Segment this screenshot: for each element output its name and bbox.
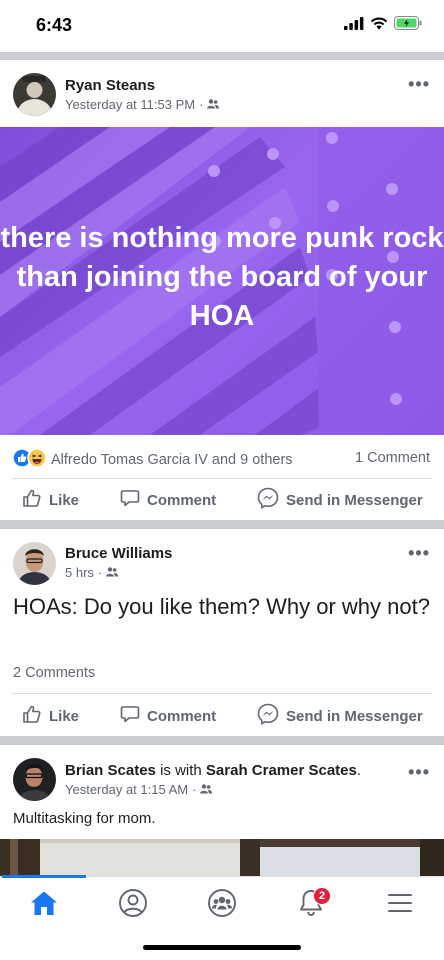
banner-text: there is nothing more punk rock than joi… bbox=[0, 222, 444, 332]
like-label: Like bbox=[49, 491, 80, 509]
thumbs-up-icon bbox=[22, 488, 42, 512]
comment-count[interactable]: 2 Comments bbox=[13, 665, 95, 681]
post-caption: Multitasking for mom. bbox=[13, 810, 156, 827]
status-time: 6:43 bbox=[36, 15, 73, 35]
like-label: Like bbox=[49, 707, 80, 725]
tab-groups[interactable] bbox=[202, 885, 242, 925]
comment-button[interactable]: Comment bbox=[120, 480, 216, 520]
status-bar: 6:43 bbox=[0, 0, 444, 50]
tab-profile[interactable] bbox=[113, 885, 153, 925]
home-icon bbox=[30, 890, 58, 921]
feed-separator bbox=[0, 52, 444, 60]
send-in-messenger-button[interactable]: Send in Messenger bbox=[257, 480, 423, 520]
post-timestamp[interactable]: Yesterday at 11:53 PM bbox=[65, 97, 195, 112]
like-button[interactable]: Like bbox=[22, 480, 79, 520]
friends-icon bbox=[207, 97, 220, 112]
post-photo[interactable] bbox=[0, 839, 444, 876]
post-author[interactable]: Ryan Steans bbox=[65, 77, 155, 94]
post-author: Brian Scates is with Sarah Cramer Scates… bbox=[65, 762, 361, 779]
feed-post: Ryan Steans Yesterday at 11:53 PM · ••• bbox=[0, 60, 444, 520]
friends-icon bbox=[200, 782, 213, 797]
thumbs-up-icon bbox=[22, 704, 42, 728]
active-tab-indicator bbox=[2, 875, 86, 878]
wifi-icon bbox=[370, 17, 388, 35]
avatar[interactable] bbox=[13, 542, 56, 585]
send-label: Send in Messenger bbox=[286, 707, 423, 725]
post-actions: Like Comment Send in Messenger bbox=[0, 696, 444, 736]
avatar[interactable] bbox=[13, 73, 56, 116]
divider bbox=[12, 693, 432, 694]
more-options-icon[interactable]: ••• bbox=[408, 543, 430, 564]
reactions-summary[interactable]: Alfredo Tomas Garcia IV and 9 others bbox=[12, 448, 293, 472]
friends-icon bbox=[106, 565, 119, 580]
send-in-messenger-button[interactable]: Send in Messenger bbox=[257, 696, 423, 736]
avatar[interactable] bbox=[13, 758, 56, 801]
feed-separator bbox=[0, 520, 444, 529]
tab-notifications[interactable]: 2 bbox=[291, 885, 331, 925]
groups-icon bbox=[207, 888, 237, 923]
home-indicator[interactable] bbox=[143, 945, 301, 950]
feed-post: Bruce Williams 5 hrs · ••• HOAs: Do you … bbox=[0, 529, 444, 736]
post-background-banner: there is nothing more punk rock than joi… bbox=[0, 127, 444, 435]
feed-separator bbox=[0, 736, 444, 745]
notifications-badge: 2 bbox=[313, 887, 331, 905]
profile-icon bbox=[118, 888, 148, 923]
messenger-icon bbox=[257, 703, 279, 729]
comment-label: Comment bbox=[147, 707, 217, 725]
more-options-icon[interactable]: ••• bbox=[408, 762, 430, 783]
tab-menu[interactable] bbox=[380, 885, 420, 925]
comment-count[interactable]: 1 Comment bbox=[355, 450, 430, 466]
comment-icon bbox=[120, 488, 140, 512]
haha-reaction-icon bbox=[27, 448, 47, 472]
like-button[interactable]: Like bbox=[22, 696, 79, 736]
post-status-text: HOAs: Do you like them? Why or why not? bbox=[13, 594, 430, 619]
comment-icon bbox=[120, 704, 140, 728]
tab-home[interactable] bbox=[24, 885, 64, 925]
with-text: is with bbox=[160, 762, 202, 779]
menu-icon bbox=[387, 892, 413, 919]
post-timestamp[interactable]: Yesterday at 1:15 AM bbox=[65, 782, 188, 797]
reactions-text: Alfredo Tomas Garcia IV and 9 others bbox=[51, 452, 293, 468]
tagged-person[interactable]: Sarah Cramer Scates bbox=[206, 762, 357, 779]
post-author[interactable]: Bruce Williams bbox=[65, 545, 172, 562]
more-options-icon[interactable]: ••• bbox=[408, 74, 430, 95]
post-timestamp[interactable]: 5 hrs bbox=[65, 565, 94, 580]
photo-content bbox=[0, 839, 444, 876]
comment-label: Comment bbox=[147, 491, 217, 509]
battery-icon bbox=[394, 16, 422, 35]
send-label: Send in Messenger bbox=[286, 491, 423, 509]
post-actions: Like Comment Send in Messenger bbox=[0, 480, 444, 520]
comment-button[interactable]: Comment bbox=[120, 696, 216, 736]
divider bbox=[12, 478, 432, 479]
tagged-suffix: . bbox=[356, 762, 362, 779]
feed-post: Brian Scates is with Sarah Cramer Scates… bbox=[0, 745, 444, 876]
messenger-icon bbox=[257, 487, 279, 513]
signal-icon bbox=[344, 16, 364, 35]
post-author-name[interactable]: Brian Scates bbox=[65, 762, 156, 779]
